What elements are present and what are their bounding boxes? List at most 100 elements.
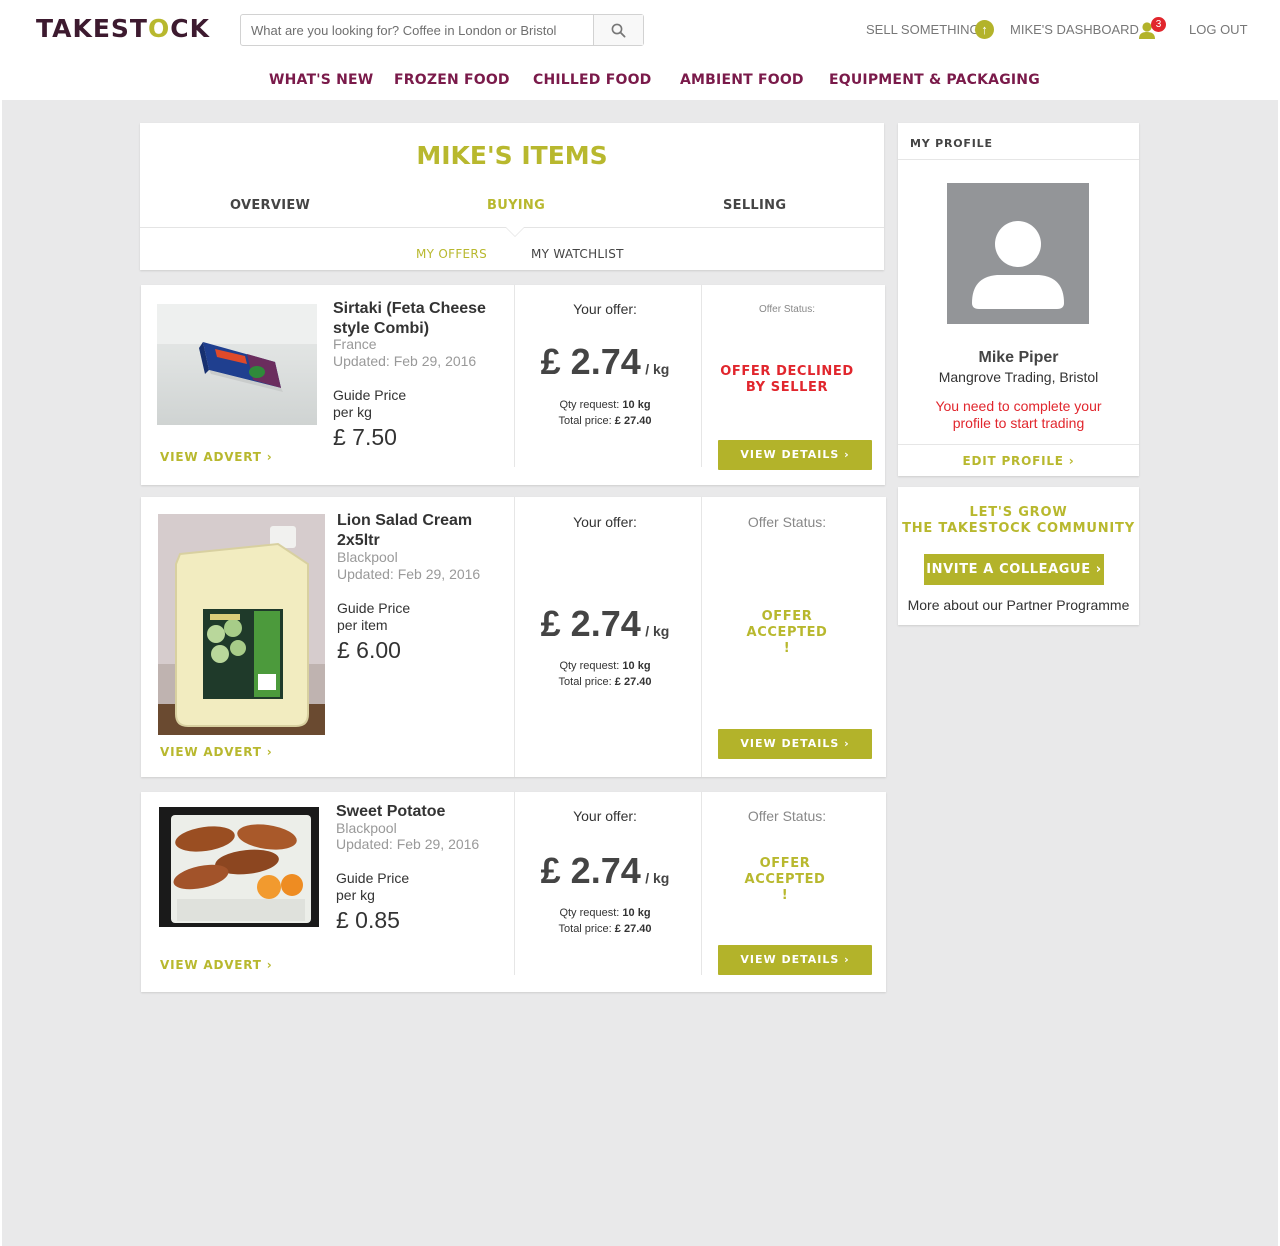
community-heading: LET'S GROW THE TAKESTOCK COMMUNITY [898, 505, 1139, 537]
search-icon [611, 23, 626, 38]
qty-request-value: 10 kg [622, 660, 651, 672]
offer-price-unit: / kg [645, 623, 670, 639]
notification-badge[interactable]: 3 [1151, 17, 1166, 32]
guide-price-value: £ 6.00 [337, 637, 401, 663]
offer-price: £ 2.74 / kg [512, 603, 698, 645]
total-price-label: Total price: [558, 923, 612, 935]
search-input[interactable] [241, 15, 593, 45]
offer-status-label: Offer Status: [759, 304, 815, 315]
profile-divider [898, 159, 1139, 160]
tab-overview[interactable]: OVERVIEW [230, 198, 310, 213]
sweet-potato-image [171, 815, 311, 923]
profile-panel: MY PROFILE Mike Piper Mangrove Trading, … [898, 123, 1139, 476]
view-advert-link[interactable]: VIEW ADVERT › [160, 958, 273, 972]
offer-price: £ 2.74 / kg [512, 850, 698, 892]
product-image-salad-cream[interactable] [158, 514, 325, 735]
guide-price-unit: per kg [333, 404, 372, 420]
guide-price-label: Guide Price [336, 870, 410, 886]
offer-status-line: ! [783, 641, 791, 656]
dashboard-link[interactable]: MIKE'S DASHBOARD [1010, 22, 1139, 37]
your-offer-label: Your offer: [573, 301, 637, 317]
view-details-button[interactable]: VIEW DETAILS › [718, 440, 872, 470]
product-image-sirtaki[interactable] [157, 304, 317, 425]
tab-buying[interactable]: BUYING [487, 198, 545, 213]
logo-text-end: CK [170, 14, 210, 43]
qty-request-value: 10 kg [622, 907, 651, 919]
nav-whats-new[interactable]: WHAT'S NEW [269, 72, 373, 88]
offer-status: OFFER DECLINED BY SELLER [694, 364, 880, 396]
total-price-value: £ 27.40 [614, 676, 652, 688]
view-advert-link[interactable]: VIEW ADVERT › [160, 450, 273, 464]
qty-request: Qty request: 10 kg [512, 905, 698, 921]
community-panel: LET'S GROW THE TAKESTOCK COMMUNITY INVIT… [898, 487, 1139, 625]
logout-link[interactable]: LOG OUT [1189, 22, 1248, 37]
nav-equipment-packaging[interactable]: EQUIPMENT & PACKAGING [829, 72, 1040, 88]
view-details-button[interactable]: VIEW DETAILS › [718, 729, 872, 759]
total-price-label: Total price: [558, 676, 612, 688]
offer-price-value: £ 2.74 [540, 341, 641, 382]
product-updated: Updated: Feb 29, 2016 [333, 353, 477, 369]
total-price: Total price: £ 27.40 [512, 413, 698, 429]
edit-profile-link[interactable]: EDIT PROFILE › [898, 454, 1139, 468]
tab-selling[interactable]: SELLING [723, 198, 786, 213]
offer-status-line: ACCEPTED [746, 625, 828, 640]
avatar[interactable] [947, 183, 1089, 324]
offer-status-line: OFFER DECLINED [720, 364, 854, 379]
partner-programme-link[interactable]: More about our Partner Programme [898, 597, 1139, 613]
offer-status-label: Offer Status: [747, 808, 827, 824]
subtab-my-watchlist[interactable]: MY WATCHLIST [531, 247, 624, 261]
product-image-sweet-potato[interactable] [159, 807, 319, 927]
upload-arrow-icon[interactable]: ↑ [975, 20, 994, 39]
profile-divider [898, 444, 1139, 445]
total-price: Total price: £ 27.40 [512, 921, 698, 937]
product-updated: Updated: Feb 29, 2016 [337, 566, 481, 582]
product-name[interactable]: Sirtaki (Feta Cheese style Combi) [333, 299, 503, 339]
offer-status-label: Offer Status: [747, 514, 827, 530]
product-location: France [333, 336, 377, 352]
profile-heading: MY PROFILE [910, 137, 993, 150]
search-button[interactable] [593, 15, 643, 45]
avatar-placeholder-icon [972, 221, 1064, 309]
product-name[interactable]: Lion Salad Cream 2x5ltr [337, 511, 507, 551]
offer-card: Sweet Potatoe Blackpool Updated: Feb 29,… [141, 792, 886, 992]
qty-request-label: Qty request: [559, 399, 620, 411]
offer-status-line: ! [781, 888, 789, 903]
profile-company: Mangrove Trading, Bristol [938, 369, 1099, 385]
product-location: Blackpool [337, 549, 398, 565]
total-price-label: Total price: [558, 415, 612, 427]
takestock-logo[interactable]: TAKESTOCK [36, 14, 210, 43]
product-name[interactable]: Sweet Potatoe [336, 802, 506, 822]
qty-request-label: Qty request: [559, 907, 620, 919]
offer-status-line: BY SELLER [745, 380, 829, 395]
offer-card: Sirtaki (Feta Cheese style Combi) France… [141, 285, 885, 485]
logo-text-start: TAKEST [36, 14, 148, 43]
offer-card: Lion Salad Cream 2x5ltr Blackpool Update… [141, 497, 886, 777]
guide-price-unit: per kg [336, 887, 375, 903]
cheese-box-image [157, 304, 317, 392]
items-panel: MIKE'S ITEMS OVERVIEW BUYING SELLING MY … [140, 123, 884, 270]
salad-cream-jug-image [158, 514, 325, 735]
nav-frozen-food[interactable]: FROZEN FOOD [394, 72, 510, 88]
guide-price-label: Guide Price [333, 387, 407, 403]
offer-status-line: ACCEPTED [744, 872, 826, 887]
sell-something-link[interactable]: SELL SOMETHING [866, 22, 980, 37]
view-details-button[interactable]: VIEW DETAILS › [718, 945, 872, 975]
profile-warning-line: profile to start trading [952, 415, 1085, 431]
view-advert-link[interactable]: VIEW ADVERT › [160, 745, 273, 759]
qty-request-value: 10 kg [622, 399, 651, 411]
subtab-my-offers[interactable]: MY OFFERS [416, 247, 487, 261]
site-header: TAKESTOCK SELL SOMETHING ↑ MIKE'S DASHBO… [0, 0, 1280, 100]
profile-name: Mike Piper [978, 349, 1059, 366]
profile-warning: You need to complete your profile to sta… [898, 398, 1139, 432]
nav-chilled-food[interactable]: CHILLED FOOD [533, 72, 652, 88]
offer-status-line: OFFER [759, 856, 811, 871]
logo-text-o: O [147, 14, 171, 43]
nav-ambient-food[interactable]: AMBIENT FOOD [680, 72, 804, 88]
guide-price-value: £ 0.85 [336, 907, 400, 933]
invite-colleague-button[interactable]: INVITE A COLLEAGUE › [924, 554, 1104, 585]
active-tab-pointer [506, 227, 524, 236]
qty-request-label: Qty request: [559, 660, 620, 672]
offer-price-unit: / kg [645, 870, 670, 886]
community-heading-line: THE TAKESTOCK COMMUNITY [902, 521, 1135, 536]
community-heading-line: LET'S GROW [969, 505, 1068, 520]
